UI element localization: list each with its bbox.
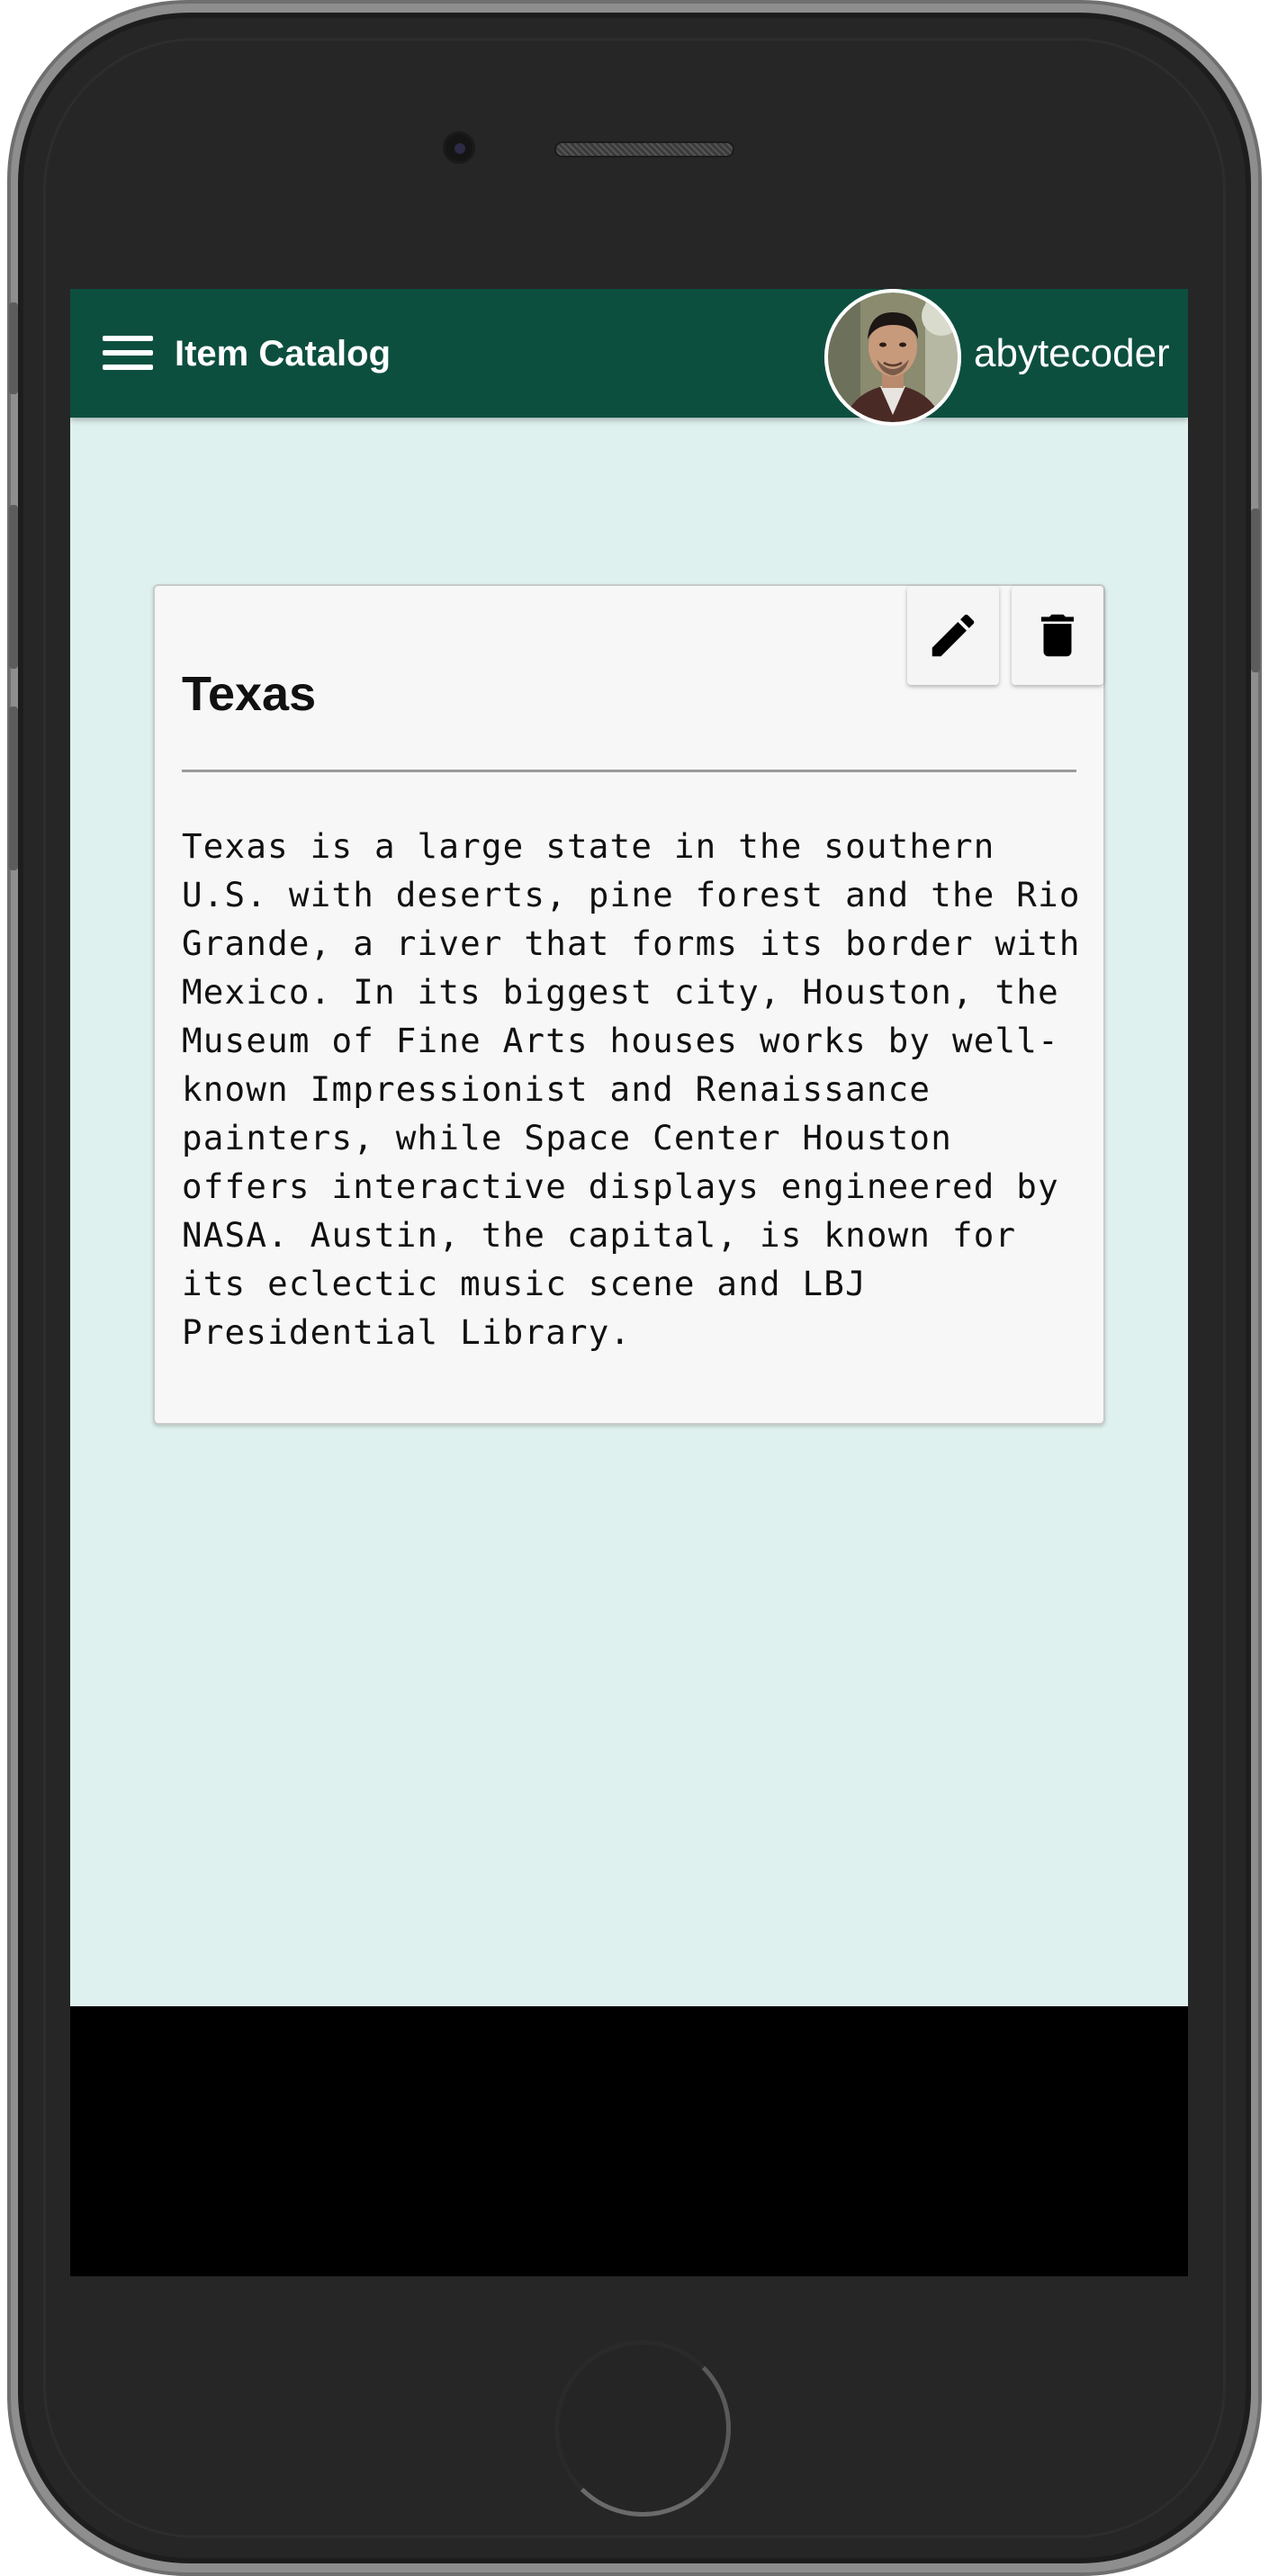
user-avatar[interactable] xyxy=(824,289,961,426)
username-label[interactable]: abytecoder xyxy=(974,329,1170,379)
item-card: Texas Texas is a large state in the sout… xyxy=(153,584,1105,1425)
app-title[interactable]: Item Catalog xyxy=(175,330,391,377)
phone-screen: Item Catalog abytecoder Texas Texas is a… xyxy=(70,289,1188,2276)
title-divider xyxy=(182,770,1076,772)
volume-down-button xyxy=(9,707,18,870)
menu-bar-line xyxy=(103,336,153,341)
pencil-icon xyxy=(932,614,975,657)
menu-bar-line xyxy=(103,350,153,356)
volume-up-button xyxy=(9,505,18,669)
app-viewport: Item Catalog abytecoder Texas Texas is a… xyxy=(70,289,1188,2006)
menu-bar-line xyxy=(103,365,153,370)
item-title: Texas xyxy=(182,667,317,721)
card-actions xyxy=(907,586,1103,685)
item-description: Texas is a large state in the southern U… xyxy=(182,826,1081,1352)
screen-bottom-area xyxy=(70,2006,1188,2276)
edit-button[interactable] xyxy=(907,586,999,685)
mute-switch xyxy=(9,302,18,394)
earpiece-speaker xyxy=(554,141,734,158)
avatar-photo xyxy=(824,289,961,426)
front-camera xyxy=(443,131,475,164)
menu-icon[interactable] xyxy=(103,332,153,374)
delete-button[interactable] xyxy=(1012,586,1103,685)
app-bar: Item Catalog abytecoder xyxy=(70,289,1188,426)
home-button[interactable] xyxy=(554,2340,731,2517)
trash-icon xyxy=(1040,614,1075,657)
power-button xyxy=(1251,509,1260,672)
